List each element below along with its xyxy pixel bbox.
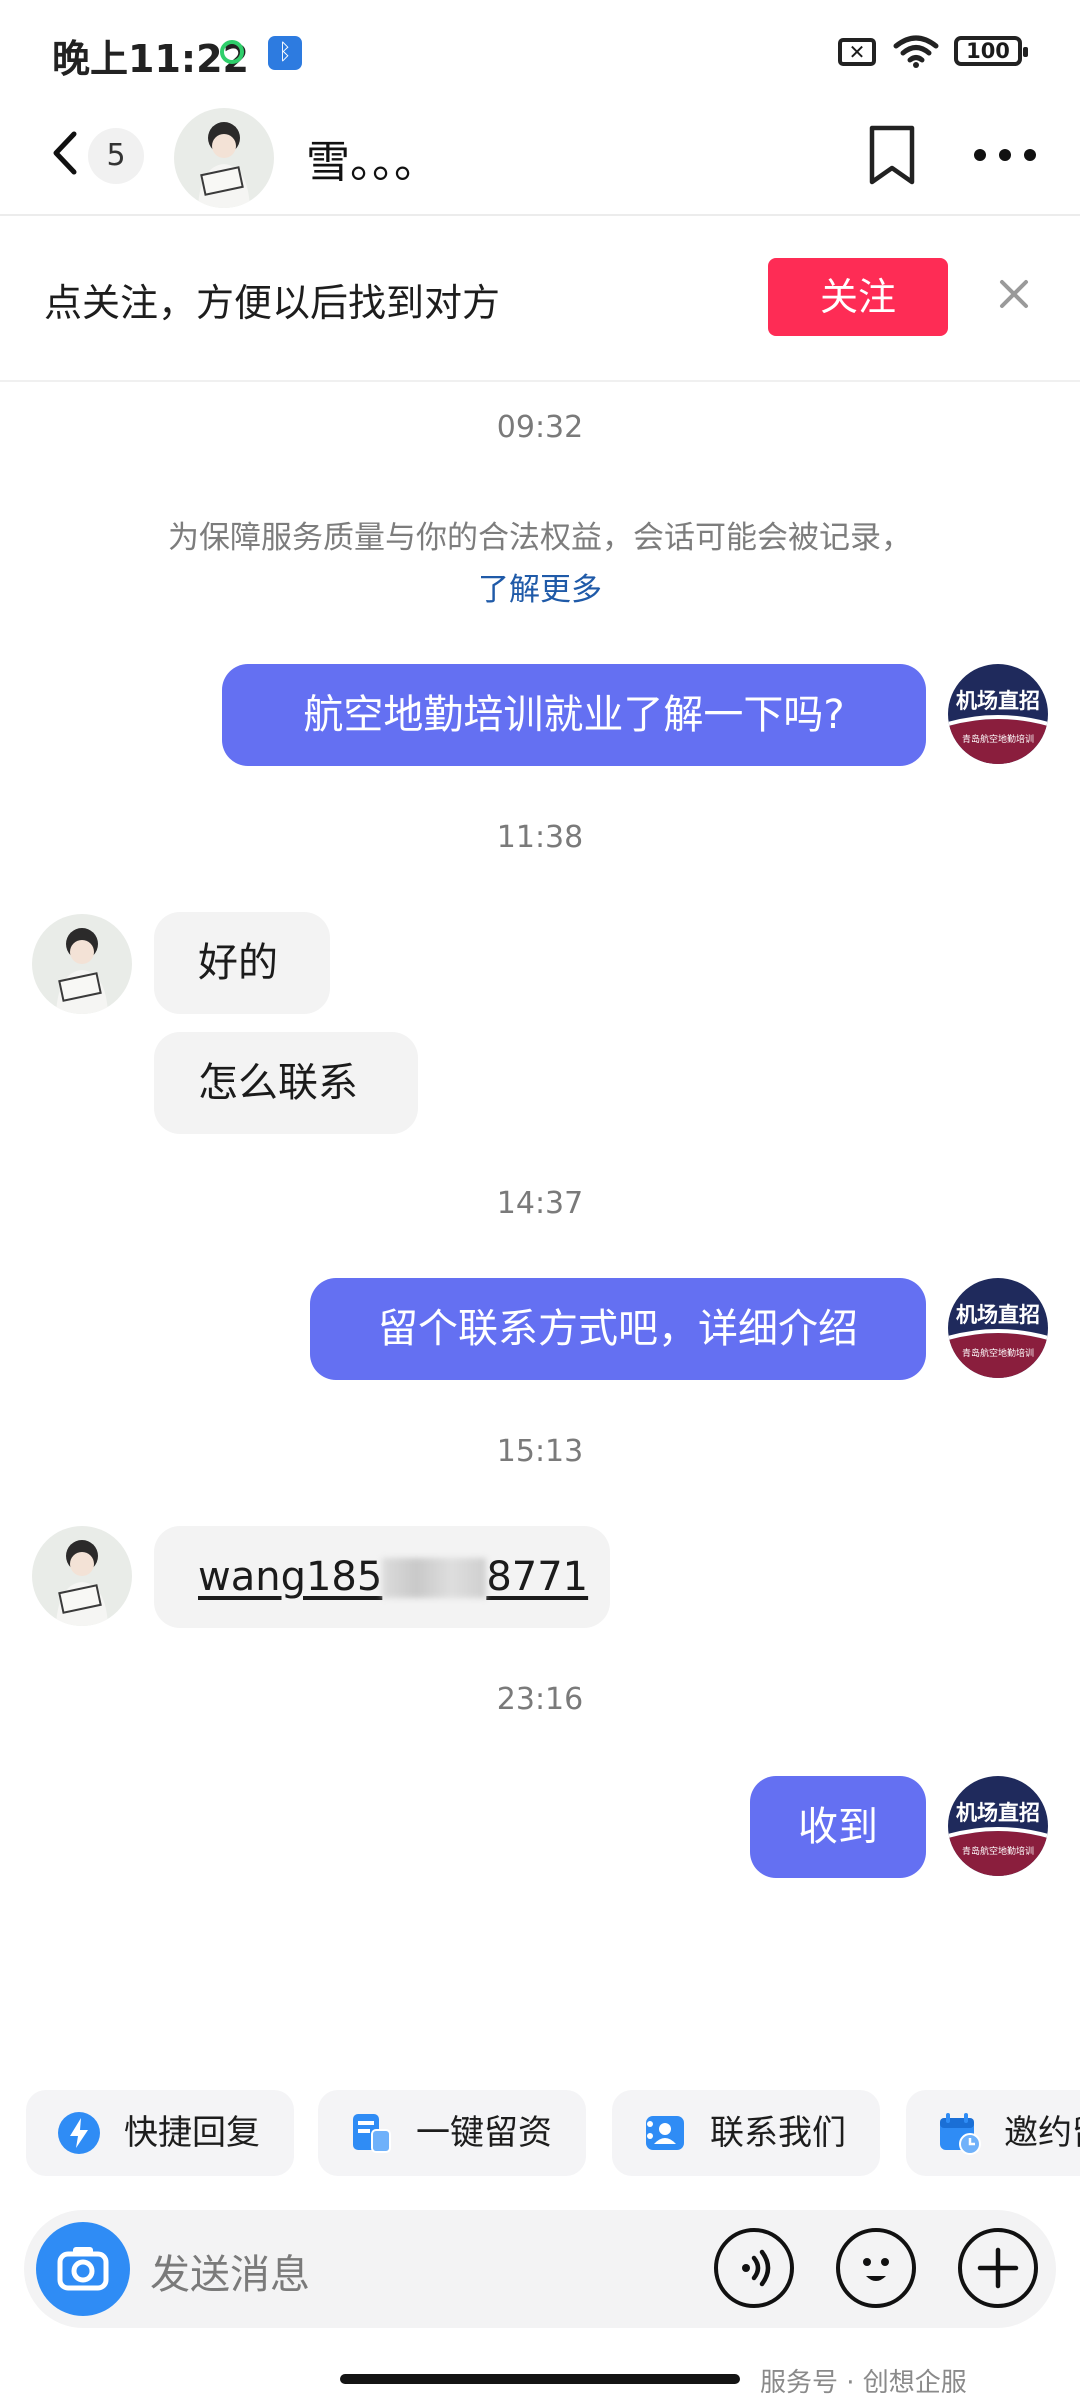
brand-avatar-subtitle: 青岛航空地勤培训 <box>962 733 1034 745</box>
camera-icon <box>57 2247 109 2291</box>
timestamp: 15:13 <box>496 1434 584 1469</box>
chip-label: 快捷回复 <box>124 2113 260 2153</box>
learn-more-link[interactable]: 了解更多 <box>0 564 1080 609</box>
chip-label: 联系我们 <box>710 2113 846 2153</box>
add-button[interactable] <box>958 2228 1038 2308</box>
camera-button[interactable] <box>36 2222 130 2316</box>
message-input[interactable]: 发送消息 <box>150 2242 310 2300</box>
contact-handle-suffix: 8771 <box>486 1554 589 1600</box>
chip-label: 邀约留 <box>1004 2113 1080 2153</box>
voice-icon <box>742 2249 771 2287</box>
status-time: 晚上11:22 <box>52 37 249 81</box>
brand-avatar[interactable]: 机场直招 青岛航空地勤培训 <box>948 664 1048 764</box>
status-ring-icon <box>220 40 244 64</box>
close-icon[interactable] <box>992 272 1036 316</box>
contact-avatar[interactable] <box>32 1526 132 1626</box>
contact-handle-prefix: wang185 <box>198 1554 383 1600</box>
message-bubble-incoming[interactable]: wang185 8771 <box>154 1526 610 1628</box>
no-sim-icon: ✕ <box>838 38 876 66</box>
brand-avatar-title: 机场直招 <box>956 1801 1040 1825</box>
more-options-icon[interactable] <box>970 140 1040 170</box>
plus-icon <box>977 2247 1019 2289</box>
timestamp: 11:38 <box>496 820 584 855</box>
quick-reply-chip[interactable]: 快捷回复 <box>26 2090 294 2176</box>
back-icon[interactable] <box>44 118 94 188</box>
contact-avatar[interactable] <box>32 914 132 1014</box>
brand-avatar-subtitle: 青岛航空地勤培训 <box>962 1845 1034 1857</box>
unread-count-badge[interactable]: 5 <box>88 128 144 184</box>
lead-form-chip[interactable]: 一键留资 <box>318 2090 586 2176</box>
message-bubble-incoming[interactable]: 怎么联系 <box>154 1032 418 1134</box>
message-bubble-outgoing[interactable]: 留个联系方式吧，详细介绍 <box>310 1278 926 1380</box>
emoji-button[interactable] <box>836 2228 916 2308</box>
invite-chip[interactable]: 邀约留 <box>906 2090 1080 2176</box>
timestamp: 14:37 <box>496 1186 584 1221</box>
message-bubble-outgoing[interactable]: 收到 <box>750 1776 926 1878</box>
lightning-icon <box>58 2112 100 2154</box>
brand-avatar-subtitle: 青岛航空地勤培训 <box>962 1347 1034 1359</box>
wifi-icon <box>893 35 939 68</box>
emoji-icon <box>863 2258 889 2281</box>
contact-avatar[interactable] <box>174 108 274 208</box>
contact-us-chip[interactable]: 联系我们 <box>612 2090 880 2176</box>
home-indicator[interactable] <box>340 2374 740 2384</box>
chip-label: 一键留资 <box>416 2113 552 2153</box>
brand-avatar-title: 机场直招 <box>956 689 1040 713</box>
follow-prompt: 点关注，方便以后找到对方 <box>44 281 501 325</box>
follow-divider <box>0 380 1080 382</box>
brand-avatar[interactable]: 机场直招 青岛航空地勤培训 <box>948 1278 1048 1378</box>
voice-button[interactable] <box>714 2228 794 2308</box>
battery-indicator: 100 <box>954 36 1028 66</box>
timestamp: 23:16 <box>496 1682 584 1717</box>
contact-card-icon <box>646 2116 684 2150</box>
bluetooth-icon: ᛒ <box>268 36 302 70</box>
privacy-notice: 为保障服务质量与你的合法权益，会话可能会被记录， <box>168 520 912 556</box>
follow-button[interactable]: 关注 <box>768 258 948 336</box>
header-divider <box>0 214 1080 216</box>
brand-avatar[interactable]: 机场直招 青岛航空地勤培训 <box>948 1776 1048 1876</box>
brand-avatar-title: 机场直招 <box>956 1303 1040 1327</box>
bookmark-icon[interactable] <box>864 124 920 186</box>
masked-digits <box>382 1558 487 1598</box>
timestamp: 09:32 <box>496 410 584 445</box>
calendar-icon <box>940 2113 981 2155</box>
contact-name[interactable]: 雪。。。 <box>306 126 438 190</box>
message-bubble-incoming[interactable]: 好的 <box>154 912 330 1014</box>
form-icon <box>353 2114 391 2153</box>
message-bubble-outgoing[interactable]: 航空地勤培训就业了解一下吗? <box>222 664 926 766</box>
watermark: 服务号 · 创想企服 <box>760 2368 967 2398</box>
